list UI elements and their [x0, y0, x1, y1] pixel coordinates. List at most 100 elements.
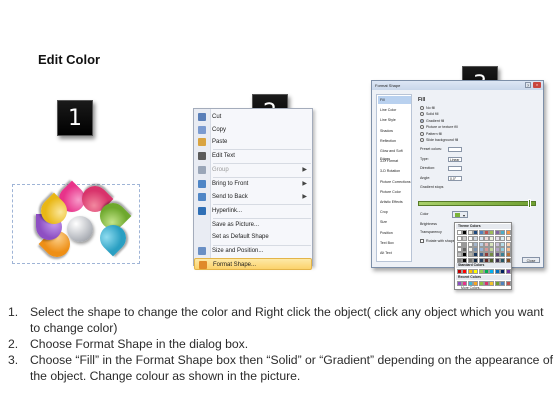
menu-item-edit-text[interactable]: Edit Text [194, 150, 312, 162]
color-swatch[interactable] [484, 252, 489, 258]
sidebar-item-line-style[interactable]: Line Style [378, 116, 411, 124]
fill-option-no-fill[interactable]: No fill [420, 105, 435, 111]
menu-item-set-as-default-shape[interactable]: Set as Default Shape [194, 231, 312, 243]
color-swatch[interactable] [462, 241, 468, 247]
color-swatch[interactable] [478, 230, 484, 235]
field-input[interactable]: 0.0° [448, 175, 462, 181]
color-swatch[interactable] [500, 236, 506, 242]
color-swatch[interactable] [467, 241, 473, 247]
fill-option-solid-fill[interactable]: Solid fill [420, 111, 438, 117]
color-swatch[interactable] [494, 236, 500, 242]
gradient-stop-handle[interactable] [528, 199, 531, 208]
color-swatch[interactable] [484, 246, 489, 252]
menu-item-send-to-back[interactable]: Send to Back ▶ [194, 191, 312, 203]
color-swatch[interactable] [489, 257, 495, 263]
color-swatch[interactable] [462, 246, 468, 252]
field-input[interactable] [448, 147, 462, 152]
color-swatch[interactable] [500, 230, 506, 235]
sidebar-item-reflection[interactable]: Reflection [378, 137, 411, 145]
sidebar-item-line-color[interactable]: Line Color [378, 106, 411, 114]
color-swatch[interactable] [473, 241, 479, 247]
flower-shape[interactable] [22, 178, 142, 263]
color-swatch[interactable] [484, 257, 489, 263]
color-swatch[interactable] [505, 269, 511, 274]
sidebar-item-size[interactable]: Size [378, 218, 411, 226]
color-swatch[interactable] [505, 281, 511, 286]
color-swatch[interactable] [500, 252, 506, 258]
sidebar-item-alt-text[interactable]: Alt Text [378, 249, 411, 257]
sidebar-item-artistic-effects[interactable]: Artistic Effects [378, 198, 411, 206]
color-swatch[interactable] [457, 236, 462, 242]
color-swatch[interactable] [473, 246, 479, 252]
menu-item-bring-to-front[interactable]: Bring to Front ▶ [194, 178, 312, 190]
color-swatch[interactable] [462, 257, 468, 263]
menu-item-size-and-position[interactable]: Size and Position... [194, 245, 312, 257]
sidebar-item-3-d-rotation[interactable]: 3-D Rotation [378, 167, 411, 175]
color-swatch[interactable] [489, 281, 495, 286]
menu-item-save-as-picture[interactable]: Save as Picture... [194, 219, 312, 231]
color-picker-button[interactable]: ▾ [452, 211, 468, 218]
color-swatch[interactable] [467, 257, 473, 263]
color-swatch[interactable] [467, 230, 473, 235]
fill-option-pattern-fill[interactable]: Pattern fill [420, 131, 442, 137]
color-swatch[interactable] [478, 269, 484, 274]
more-colors-link[interactable]: More Colors... [461, 286, 482, 290]
color-swatch[interactable] [473, 269, 479, 274]
sidebar-item-picture-corrections[interactable]: Picture Corrections [378, 178, 411, 186]
color-swatch[interactable] [467, 269, 473, 274]
color-swatch[interactable] [489, 241, 495, 247]
menu-item-group[interactable]: Group ▶ [194, 164, 312, 176]
color-swatch[interactable] [494, 269, 500, 274]
color-swatch[interactable] [462, 252, 468, 258]
menu-item-paste[interactable]: Paste [194, 136, 312, 148]
sidebar-item-glow-and-soft-edges[interactable]: Glow and Soft Edges [378, 147, 411, 161]
menu-item-cut[interactable]: Cut [194, 111, 312, 123]
color-swatch[interactable] [457, 269, 462, 274]
color-swatch[interactable] [457, 257, 462, 263]
color-swatch[interactable] [478, 246, 484, 252]
color-swatch[interactable] [494, 281, 500, 286]
sidebar-item-picture-color[interactable]: Picture Color [378, 188, 411, 196]
color-swatch[interactable] [467, 252, 473, 258]
color-swatch[interactable] [462, 230, 468, 235]
color-swatch[interactable] [500, 281, 506, 286]
menu-item-copy[interactable]: Copy [194, 124, 312, 136]
color-swatch[interactable] [478, 257, 484, 263]
color-swatch[interactable] [478, 252, 484, 258]
help-icon[interactable]: ? [525, 82, 531, 88]
color-swatch[interactable] [457, 246, 462, 252]
menu-item-hyperlink[interactable]: Hyperlink... [194, 205, 312, 217]
flower-center[interactable] [67, 216, 93, 242]
color-swatch[interactable] [494, 246, 500, 252]
color-swatch[interactable] [500, 269, 506, 274]
color-swatch[interactable] [489, 252, 495, 258]
color-swatch[interactable] [457, 230, 462, 235]
close-icon[interactable]: × [533, 82, 541, 88]
fill-option-picture-or-texture-fill[interactable]: Picture or texture fill [420, 124, 458, 130]
color-swatch[interactable] [489, 246, 495, 252]
sidebar-item-fill[interactable]: Fill [378, 96, 411, 104]
color-swatch[interactable] [478, 236, 484, 242]
color-swatch[interactable] [462, 269, 468, 274]
sidebar-item-3-d-format[interactable]: 3-D Format [378, 157, 411, 165]
color-swatch[interactable] [484, 281, 489, 286]
color-swatch[interactable] [505, 252, 511, 258]
petal-blue[interactable] [94, 219, 132, 257]
color-swatch[interactable] [505, 246, 511, 252]
color-swatch[interactable] [489, 230, 495, 235]
color-swatch[interactable] [500, 246, 506, 252]
color-swatch[interactable] [489, 236, 495, 242]
color-swatch[interactable] [500, 241, 506, 247]
color-swatch[interactable] [467, 236, 473, 242]
color-swatch[interactable] [494, 230, 500, 235]
field-input[interactable] [448, 166, 462, 171]
color-swatch[interactable] [505, 257, 511, 263]
color-swatch[interactable] [478, 241, 484, 247]
fill-option-gradient-fill[interactable]: Gradient fill [420, 118, 444, 124]
color-swatch[interactable] [505, 230, 511, 235]
color-swatch[interactable] [500, 257, 506, 263]
color-swatch[interactable] [473, 236, 479, 242]
gradient-stops-bar[interactable] [418, 201, 536, 206]
sidebar-item-shadow[interactable]: Shadow [378, 127, 411, 135]
rotate-with-shape-checkbox[interactable]: Rotate with shape [420, 238, 455, 244]
